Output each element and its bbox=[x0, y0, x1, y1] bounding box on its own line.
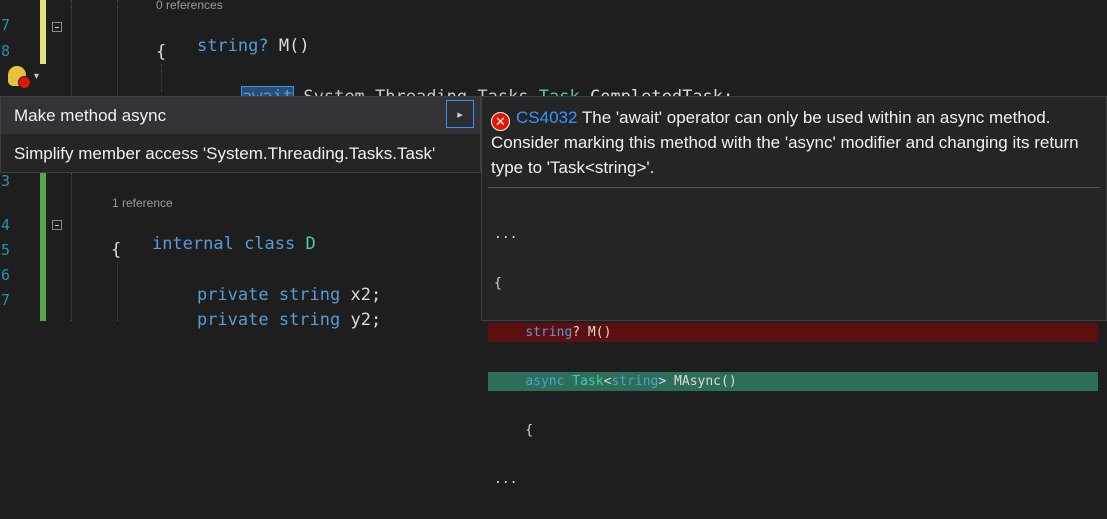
added-task-type: Task bbox=[572, 374, 604, 389]
line-number: 5 bbox=[0, 241, 10, 259]
line-number: 7 bbox=[0, 291, 10, 309]
error-icon: ✕ bbox=[491, 112, 510, 131]
change-bar-green bbox=[40, 173, 46, 321]
field-name: y2; bbox=[340, 310, 382, 330]
diff-context-line: { bbox=[494, 423, 534, 438]
diff-added-line: async Task<string> MAsync() bbox=[488, 372, 1098, 391]
nullable-marker: ? bbox=[258, 36, 269, 56]
diff-context-line: { bbox=[494, 276, 502, 291]
field-declaration: private string y2; bbox=[156, 290, 381, 350]
removed-rest: ? M() bbox=[572, 325, 612, 340]
added-string-keyword: string bbox=[611, 374, 659, 389]
indent-guide bbox=[117, 0, 118, 96]
menu-item-label: Simplify member access 'System.Threading… bbox=[14, 143, 436, 163]
diagnostic-text: The 'await' operator can only be used wi… bbox=[491, 108, 1079, 177]
diff-context-line: ... bbox=[494, 472, 518, 487]
diagnostic-message: ✕ CS4032 The 'await' operator can only be… bbox=[491, 106, 1091, 180]
menu-item-make-method-async[interactable]: Make method async ▸ bbox=[1, 97, 480, 134]
fix-preview-pane: ✕ CS4032 The 'await' operator can only be… bbox=[481, 96, 1107, 487]
line-number: 6 bbox=[0, 266, 10, 284]
diff-context-line: ... bbox=[494, 227, 518, 242]
indent-guide bbox=[71, 0, 72, 96]
line-number: 8 bbox=[0, 42, 10, 60]
method-open-brace: { bbox=[156, 42, 167, 62]
change-bar-yellow bbox=[40, 0, 46, 64]
collapse-class-icon[interactable] bbox=[52, 220, 62, 230]
chevron-down-icon: ▾ bbox=[34, 70, 40, 82]
added-rest: > MAsync() bbox=[658, 374, 737, 389]
class-keywords: internal class bbox=[151, 234, 296, 254]
collapse-method-icon[interactable] bbox=[52, 22, 62, 32]
line-number: 3 bbox=[0, 172, 10, 190]
diff-removed-line: string? M() bbox=[488, 323, 1098, 342]
quick-actions-menu: Make method async ▸ Simplify member acce… bbox=[0, 96, 481, 173]
field-keywords: private string bbox=[196, 310, 341, 330]
lightbulb-error-icon bbox=[8, 66, 31, 89]
indent-guide bbox=[71, 173, 72, 321]
removed-keyword: string bbox=[525, 325, 573, 340]
class-open-brace: { bbox=[111, 240, 122, 260]
added-async-keyword: async bbox=[525, 374, 565, 389]
menu-item-label: Make method async bbox=[14, 105, 167, 125]
diff-preview: ... { string? M() async Task<string> MAs… bbox=[488, 195, 1098, 519]
quick-actions-lightbulb[interactable]: ▾ bbox=[4, 62, 48, 90]
method-name: M() bbox=[268, 36, 310, 56]
line-number: 4 bbox=[0, 216, 10, 234]
codelens-references[interactable]: 1 reference bbox=[112, 196, 173, 210]
line-number: 7 bbox=[0, 16, 10, 34]
class-name: D bbox=[295, 234, 316, 254]
added-angle-open: < bbox=[603, 374, 612, 389]
submenu-arrow-icon[interactable]: ▸ bbox=[446, 100, 474, 128]
codelens-references[interactable]: 0 references bbox=[156, 0, 223, 12]
divider bbox=[488, 187, 1100, 188]
diagnostic-code-link[interactable]: CS4032 bbox=[516, 108, 577, 127]
menu-item-simplify-member-access[interactable]: Simplify member access 'System.Threading… bbox=[1, 135, 480, 172]
string-keyword: string bbox=[196, 36, 259, 56]
